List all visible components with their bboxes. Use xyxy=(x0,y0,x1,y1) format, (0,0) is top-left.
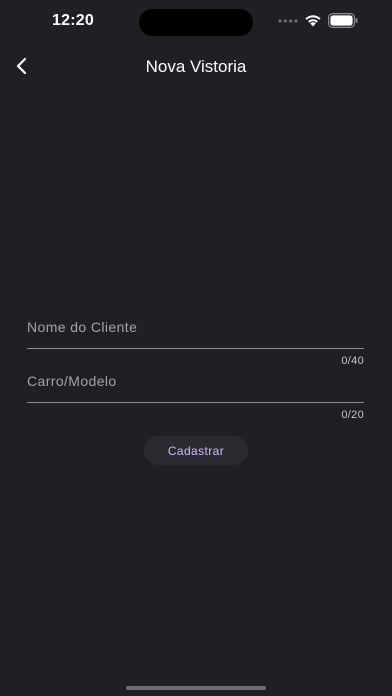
status-time: 12:20 xyxy=(52,12,94,29)
client-name-field: 0/40 xyxy=(27,313,364,367)
car-model-input[interactable] xyxy=(27,367,364,403)
battery-icon xyxy=(328,13,358,28)
app-screen: 12:20 Nova Vistoria 0/40 xyxy=(0,0,392,696)
register-button[interactable]: Cadastrar xyxy=(144,436,248,465)
cellular-signal-icon xyxy=(278,19,298,23)
client-name-input[interactable] xyxy=(27,313,364,349)
car-model-field: 0/20 xyxy=(27,367,364,421)
client-name-counter: 0/40 xyxy=(341,355,364,367)
dynamic-island xyxy=(139,9,253,36)
page-title: Nova Vistoria xyxy=(145,57,247,76)
status-bar: 12:20 xyxy=(0,0,392,44)
home-indicator[interactable] xyxy=(126,686,266,690)
wifi-icon xyxy=(305,15,321,27)
car-model-counter: 0/20 xyxy=(341,409,364,421)
navigation-bar: Nova Vistoria xyxy=(0,44,392,88)
